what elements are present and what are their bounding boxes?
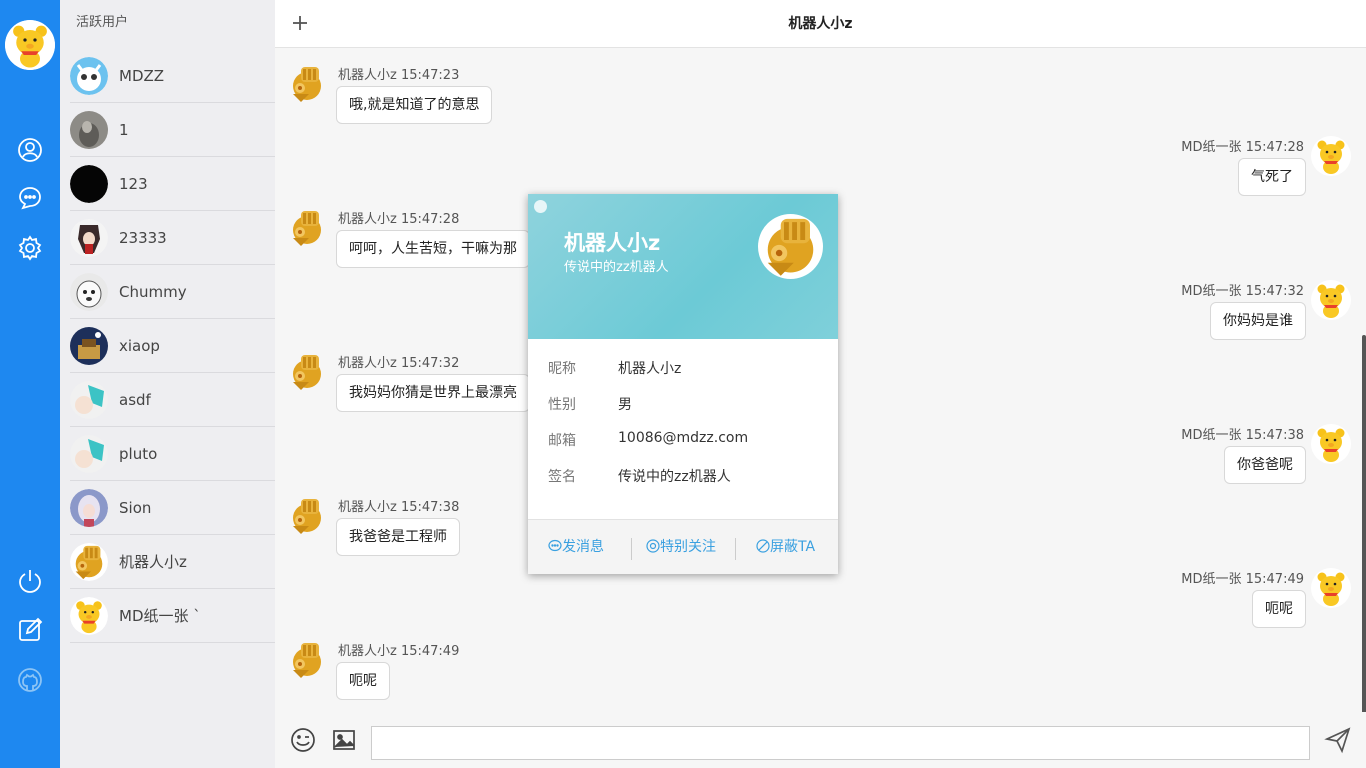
chat-header: 机器人小z — [275, 0, 1366, 48]
avatar — [293, 211, 321, 246]
message-meta: 机器人小z 15:47:49 — [338, 644, 460, 659]
profile-name: 机器人小z — [564, 231, 661, 255]
user-name: Chummy — [119, 282, 187, 301]
avatar — [70, 110, 108, 149]
avatar — [1311, 568, 1351, 608]
avatar — [70, 272, 108, 311]
at-icon — [646, 539, 660, 553]
divider — [631, 538, 632, 560]
avatar — [70, 488, 108, 527]
profile-card: 机器人小z 传说中的zz机器人 昵称 机器人小z 性别 男 邮箱 10086@m… — [528, 194, 838, 574]
chat-title: 机器人小z — [788, 16, 853, 32]
message-bubble: 哦,就是知道了的意思 — [336, 86, 493, 124]
edit-icon[interactable] — [15, 615, 45, 645]
message-bubble: 呃呢 — [336, 662, 390, 700]
avatar — [70, 380, 108, 419]
avatar — [70, 218, 108, 257]
image-icon[interactable] — [331, 727, 357, 753]
message-meta: MD纸一张 15:47:38 — [1181, 428, 1304, 443]
message-item: 机器人小z 15:47:23 哦,就是知道了的意思 — [275, 64, 1366, 124]
avatar — [1311, 280, 1351, 320]
user-name: xiaop — [119, 336, 160, 355]
message-bubble: 呵呵，人生苦短，干嘛为那 — [336, 230, 530, 268]
profile-actions: 发消息 特别关注 屏蔽TA — [528, 519, 838, 574]
field-label: 性别 — [548, 397, 576, 413]
message-bubble: 气死了 — [1238, 158, 1306, 196]
avatar — [70, 326, 108, 365]
avatar — [1311, 136, 1351, 176]
left-rail — [0, 0, 60, 768]
avatar — [70, 434, 108, 473]
message-meta: 机器人小z 15:47:23 — [338, 68, 460, 83]
chat-icon[interactable] — [15, 183, 45, 213]
send-message-label: 发消息 — [562, 539, 604, 555]
field-value: 男 — [618, 397, 632, 413]
github-icon[interactable] — [15, 665, 45, 695]
profile-banner: 机器人小z 传说中的zz机器人 — [528, 194, 838, 339]
follow-button[interactable]: 特别关注 — [646, 520, 716, 575]
user-name: asdf — [119, 390, 151, 409]
send-icon[interactable] — [1324, 726, 1352, 754]
scrollbar[interactable] — [1362, 335, 1366, 717]
user-name: 23333 — [119, 228, 167, 247]
field-label: 昵称 — [548, 361, 576, 377]
message-meta: MD纸一张 15:47:32 — [1181, 284, 1304, 299]
message-input[interactable] — [371, 726, 1310, 760]
field-value: 传说中的zz机器人 — [618, 469, 731, 485]
user-icon[interactable] — [15, 135, 45, 165]
message-bubble: 我妈妈你猜是世界上最漂亮 — [336, 374, 530, 412]
user-name: 1 — [119, 120, 129, 139]
avatar — [293, 643, 321, 678]
message-bubble: 你妈妈是谁 — [1210, 302, 1306, 340]
my-avatar[interactable] — [5, 20, 55, 70]
avatar — [293, 67, 321, 102]
avatar — [293, 499, 321, 534]
message-bubble: 呃呢 — [1252, 590, 1306, 628]
block-label: 屏蔽TA — [770, 539, 816, 555]
message-meta: 机器人小z 15:47:32 — [338, 356, 460, 371]
block-button[interactable]: 屏蔽TA — [756, 520, 815, 575]
field-value: 10086@mdzz.com — [618, 430, 749, 446]
message-item: MD纸一张 15:47:49 呃呢 — [275, 568, 1366, 628]
message-item: 机器人小z 15:47:49 呃呢 — [275, 640, 1366, 700]
profile-avatar — [758, 214, 823, 279]
user-name: 123 — [119, 174, 148, 193]
field-label: 邮箱 — [548, 433, 576, 449]
avatar — [70, 164, 108, 203]
emoji-icon[interactable] — [290, 727, 316, 753]
avatar — [1311, 424, 1351, 464]
follow-label: 特别关注 — [660, 539, 716, 555]
user-name: MD纸一张 ` — [119, 607, 201, 625]
power-icon[interactable] — [15, 566, 45, 596]
message-bubble: 我爸爸是工程师 — [336, 518, 460, 556]
field-label: 签名 — [548, 469, 576, 485]
user-name: Sion — [119, 498, 152, 517]
close-dot-icon[interactable] — [534, 200, 547, 213]
profile-signature: 传说中的zz机器人 — [564, 260, 669, 275]
message-meta: 机器人小z 15:47:38 — [338, 500, 460, 515]
plus-icon[interactable] — [289, 12, 311, 34]
user-name: MDZZ — [119, 66, 165, 85]
active-users-panel: 活跃用户 MDZZ 1 123 23333 Chummy xiaop asdf … — [60, 0, 330, 768]
user-name: pluto — [119, 444, 158, 463]
active-users-header: 活跃用户 — [76, 15, 129, 30]
block-icon — [756, 539, 770, 553]
message-meta: MD纸一张 15:47:49 — [1181, 572, 1304, 587]
message-meta: MD纸一张 15:47:28 — [1181, 140, 1304, 155]
chat-bubble-icon — [548, 539, 562, 552]
avatar — [70, 596, 108, 635]
avatar — [70, 542, 108, 581]
avatar — [70, 56, 108, 95]
user-name: 机器人小z — [119, 553, 187, 571]
avatar — [293, 355, 321, 390]
settings-icon[interactable] — [15, 233, 45, 263]
message-bubble: 你爸爸呢 — [1224, 446, 1306, 484]
message-item: MD纸一张 15:47:28 气死了 — [275, 136, 1366, 196]
send-message-button[interactable]: 发消息 — [548, 520, 604, 575]
field-value: 机器人小z — [618, 361, 682, 377]
message-meta: 机器人小z 15:47:28 — [338, 212, 460, 227]
divider — [735, 538, 736, 560]
composer — [275, 712, 1366, 768]
